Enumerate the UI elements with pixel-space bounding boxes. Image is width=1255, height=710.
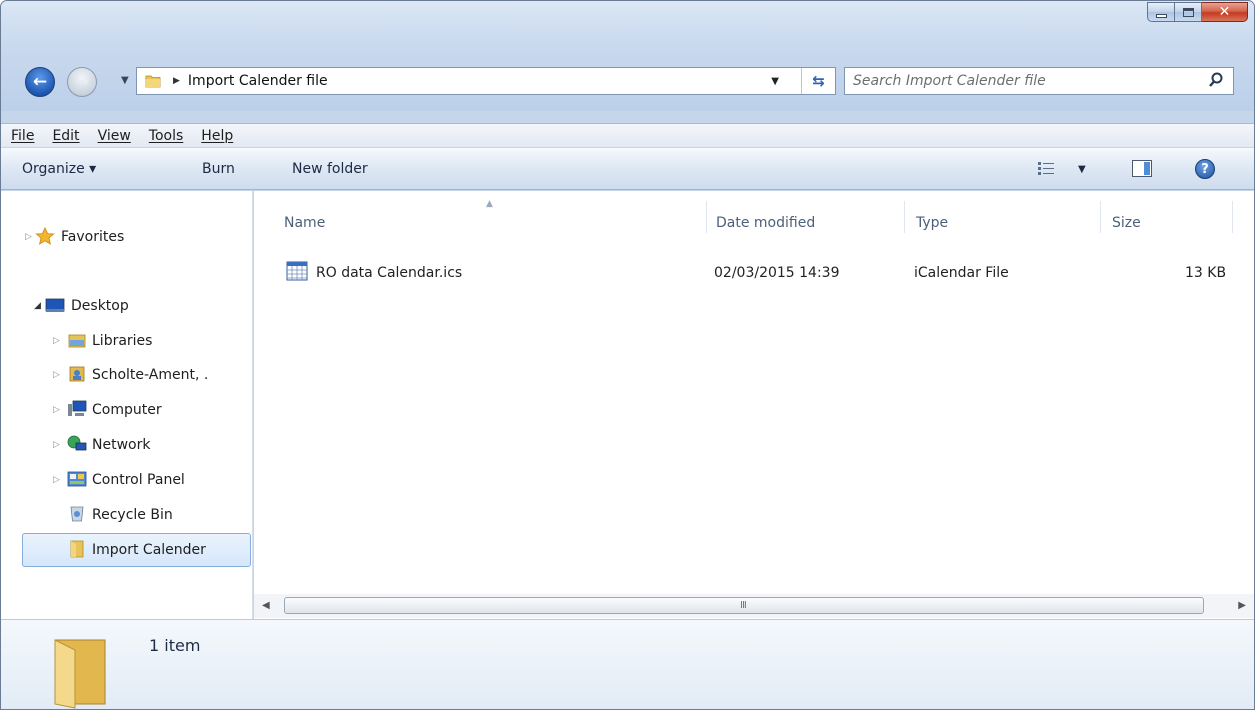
expand-arrow-icon[interactable]: ▷: [53, 405, 60, 415]
tree-label-computer: Computer: [92, 402, 162, 418]
collapse-arrow-icon[interactable]: ◢: [34, 301, 41, 311]
file-size: 13 KB: [1185, 265, 1227, 281]
burn-button[interactable]: Burn: [202, 161, 235, 177]
expand-arrow-icon[interactable]: ▷: [53, 370, 60, 380]
menu-edit[interactable]: Edit: [52, 128, 79, 144]
control-panel-icon: [67, 471, 87, 487]
minimize-icon: [1155, 13, 1167, 18]
file-list: ▲ Name Date modified Type Size RO data C…: [254, 191, 1254, 619]
recycle-bin-icon: [70, 506, 84, 522]
navigation-pane: ▷ Favorites ◢ Desktop ▷ Libraries ▷ Scho…: [1, 191, 253, 619]
search-box[interactable]: Search Import Calender file: [844, 67, 1234, 95]
tree-label-network: Network: [92, 437, 151, 453]
scroll-left-icon[interactable]: ◀: [262, 600, 270, 611]
scroll-thumb[interactable]: III: [284, 597, 1204, 614]
breadcrumb-arrow-icon[interactable]: ▶: [173, 76, 180, 86]
maximize-icon: [1182, 7, 1194, 17]
column-header-type[interactable]: Type: [916, 215, 948, 231]
star-icon: [35, 227, 55, 245]
refresh-button[interactable]: ⇆: [801, 68, 835, 94]
organize-button[interactable]: Organize ▾: [22, 161, 96, 177]
change-view-icon[interactable]: [1038, 161, 1054, 175]
scroll-right-icon[interactable]: ▶: [1238, 600, 1246, 611]
address-dropdown-icon[interactable]: ▼: [771, 76, 779, 87]
column-divider[interactable]: [706, 201, 707, 233]
address-bar[interactable]: ▶ Import Calender file ▼ ⇆: [136, 67, 836, 95]
item-count: 1 item: [149, 636, 201, 655]
file-name[interactable]: RO data Calendar.ics: [316, 265, 462, 281]
back-button[interactable]: ←: [25, 67, 55, 97]
network-icon: [67, 435, 87, 451]
user-folder-icon: [69, 366, 85, 382]
scroll-grip: III: [740, 600, 747, 611]
back-arrow-icon: ←: [32, 72, 48, 92]
explorer-window: ✕ ← → ▼ ▶ Import Calender file ▼ ⇆ Searc…: [0, 0, 1255, 710]
folder-icon: [70, 540, 84, 558]
computer-icon: [68, 400, 87, 416]
column-header-name[interactable]: Name: [284, 215, 325, 231]
preview-pane-icon[interactable]: [1132, 160, 1152, 177]
expand-arrow-icon[interactable]: ▷: [53, 440, 60, 450]
file-type: iCalendar File: [914, 265, 1009, 281]
address-path[interactable]: Import Calender file: [188, 73, 328, 89]
minimize-button[interactable]: [1147, 2, 1175, 22]
column-header-size[interactable]: Size: [1112, 215, 1141, 231]
new-folder-button[interactable]: New folder: [292, 161, 368, 177]
navigation-row: ← → ▼ ▶ Import Calender file ▼ ⇆ Search …: [1, 63, 1254, 99]
menu-view[interactable]: View: [98, 128, 131, 144]
tree-label-desktop: Desktop: [71, 298, 129, 314]
tree-label-import-calender: Import Calender: [92, 542, 206, 558]
search-input[interactable]: Search Import Calender file: [853, 73, 1046, 89]
folder-icon: [54, 639, 106, 709]
close-icon: ✕: [1218, 4, 1231, 20]
expand-arrow-icon[interactable]: ▷: [53, 336, 60, 346]
window-caption: ✕ ← → ▼ ▶ Import Calender file ▼ ⇆ Searc…: [1, 1, 1254, 111]
calendar-file-icon: [286, 261, 308, 281]
column-divider[interactable]: [904, 201, 905, 233]
expand-arrow-icon[interactable]: ▷: [53, 475, 60, 485]
caption-buttons: ✕: [1147, 2, 1248, 22]
libraries-icon: [68, 334, 86, 348]
menu-bar: File Edit View Tools Help: [1, 123, 1254, 147]
expand-arrow-icon[interactable]: ▷: [25, 232, 32, 242]
tree-label-user: Scholte-Ament, .: [92, 367, 209, 383]
horizontal-scrollbar[interactable]: ◀ III ▶: [254, 594, 1254, 618]
maximize-button[interactable]: [1175, 2, 1202, 22]
refresh-icon: ⇆: [812, 72, 825, 90]
file-date-modified: 02/03/2015 14:39: [714, 265, 840, 281]
forward-button[interactable]: →: [67, 67, 97, 97]
tree-label-libraries: Libraries: [92, 333, 153, 349]
menu-tools[interactable]: Tools: [149, 128, 184, 144]
recent-pages-dropdown[interactable]: ▼: [121, 75, 129, 86]
view-dropdown-icon[interactable]: ▼: [1078, 164, 1086, 175]
menu-help[interactable]: Help: [201, 128, 233, 144]
tree-label-recycle-bin: Recycle Bin: [92, 507, 173, 523]
tree-label-favorites: Favorites: [61, 229, 125, 245]
close-button[interactable]: ✕: [1202, 2, 1248, 22]
search-icon[interactable]: [1207, 71, 1225, 89]
column-header-date-modified[interactable]: Date modified: [716, 215, 815, 231]
desktop-icon: [45, 298, 65, 312]
tree-label-control-panel: Control Panel: [92, 472, 185, 488]
command-bar: Organize ▾ Burn New folder ▼ ?: [1, 148, 1254, 190]
details-pane: 1 item: [1, 619, 1254, 709]
help-icon[interactable]: ?: [1195, 159, 1215, 179]
column-divider[interactable]: [1232, 201, 1233, 233]
sort-ascending-icon: ▲: [486, 199, 493, 209]
menu-file[interactable]: File: [11, 128, 34, 144]
column-divider[interactable]: [1100, 201, 1101, 233]
forward-arrow-icon: →: [74, 72, 90, 92]
folder-icon: [145, 75, 161, 88]
